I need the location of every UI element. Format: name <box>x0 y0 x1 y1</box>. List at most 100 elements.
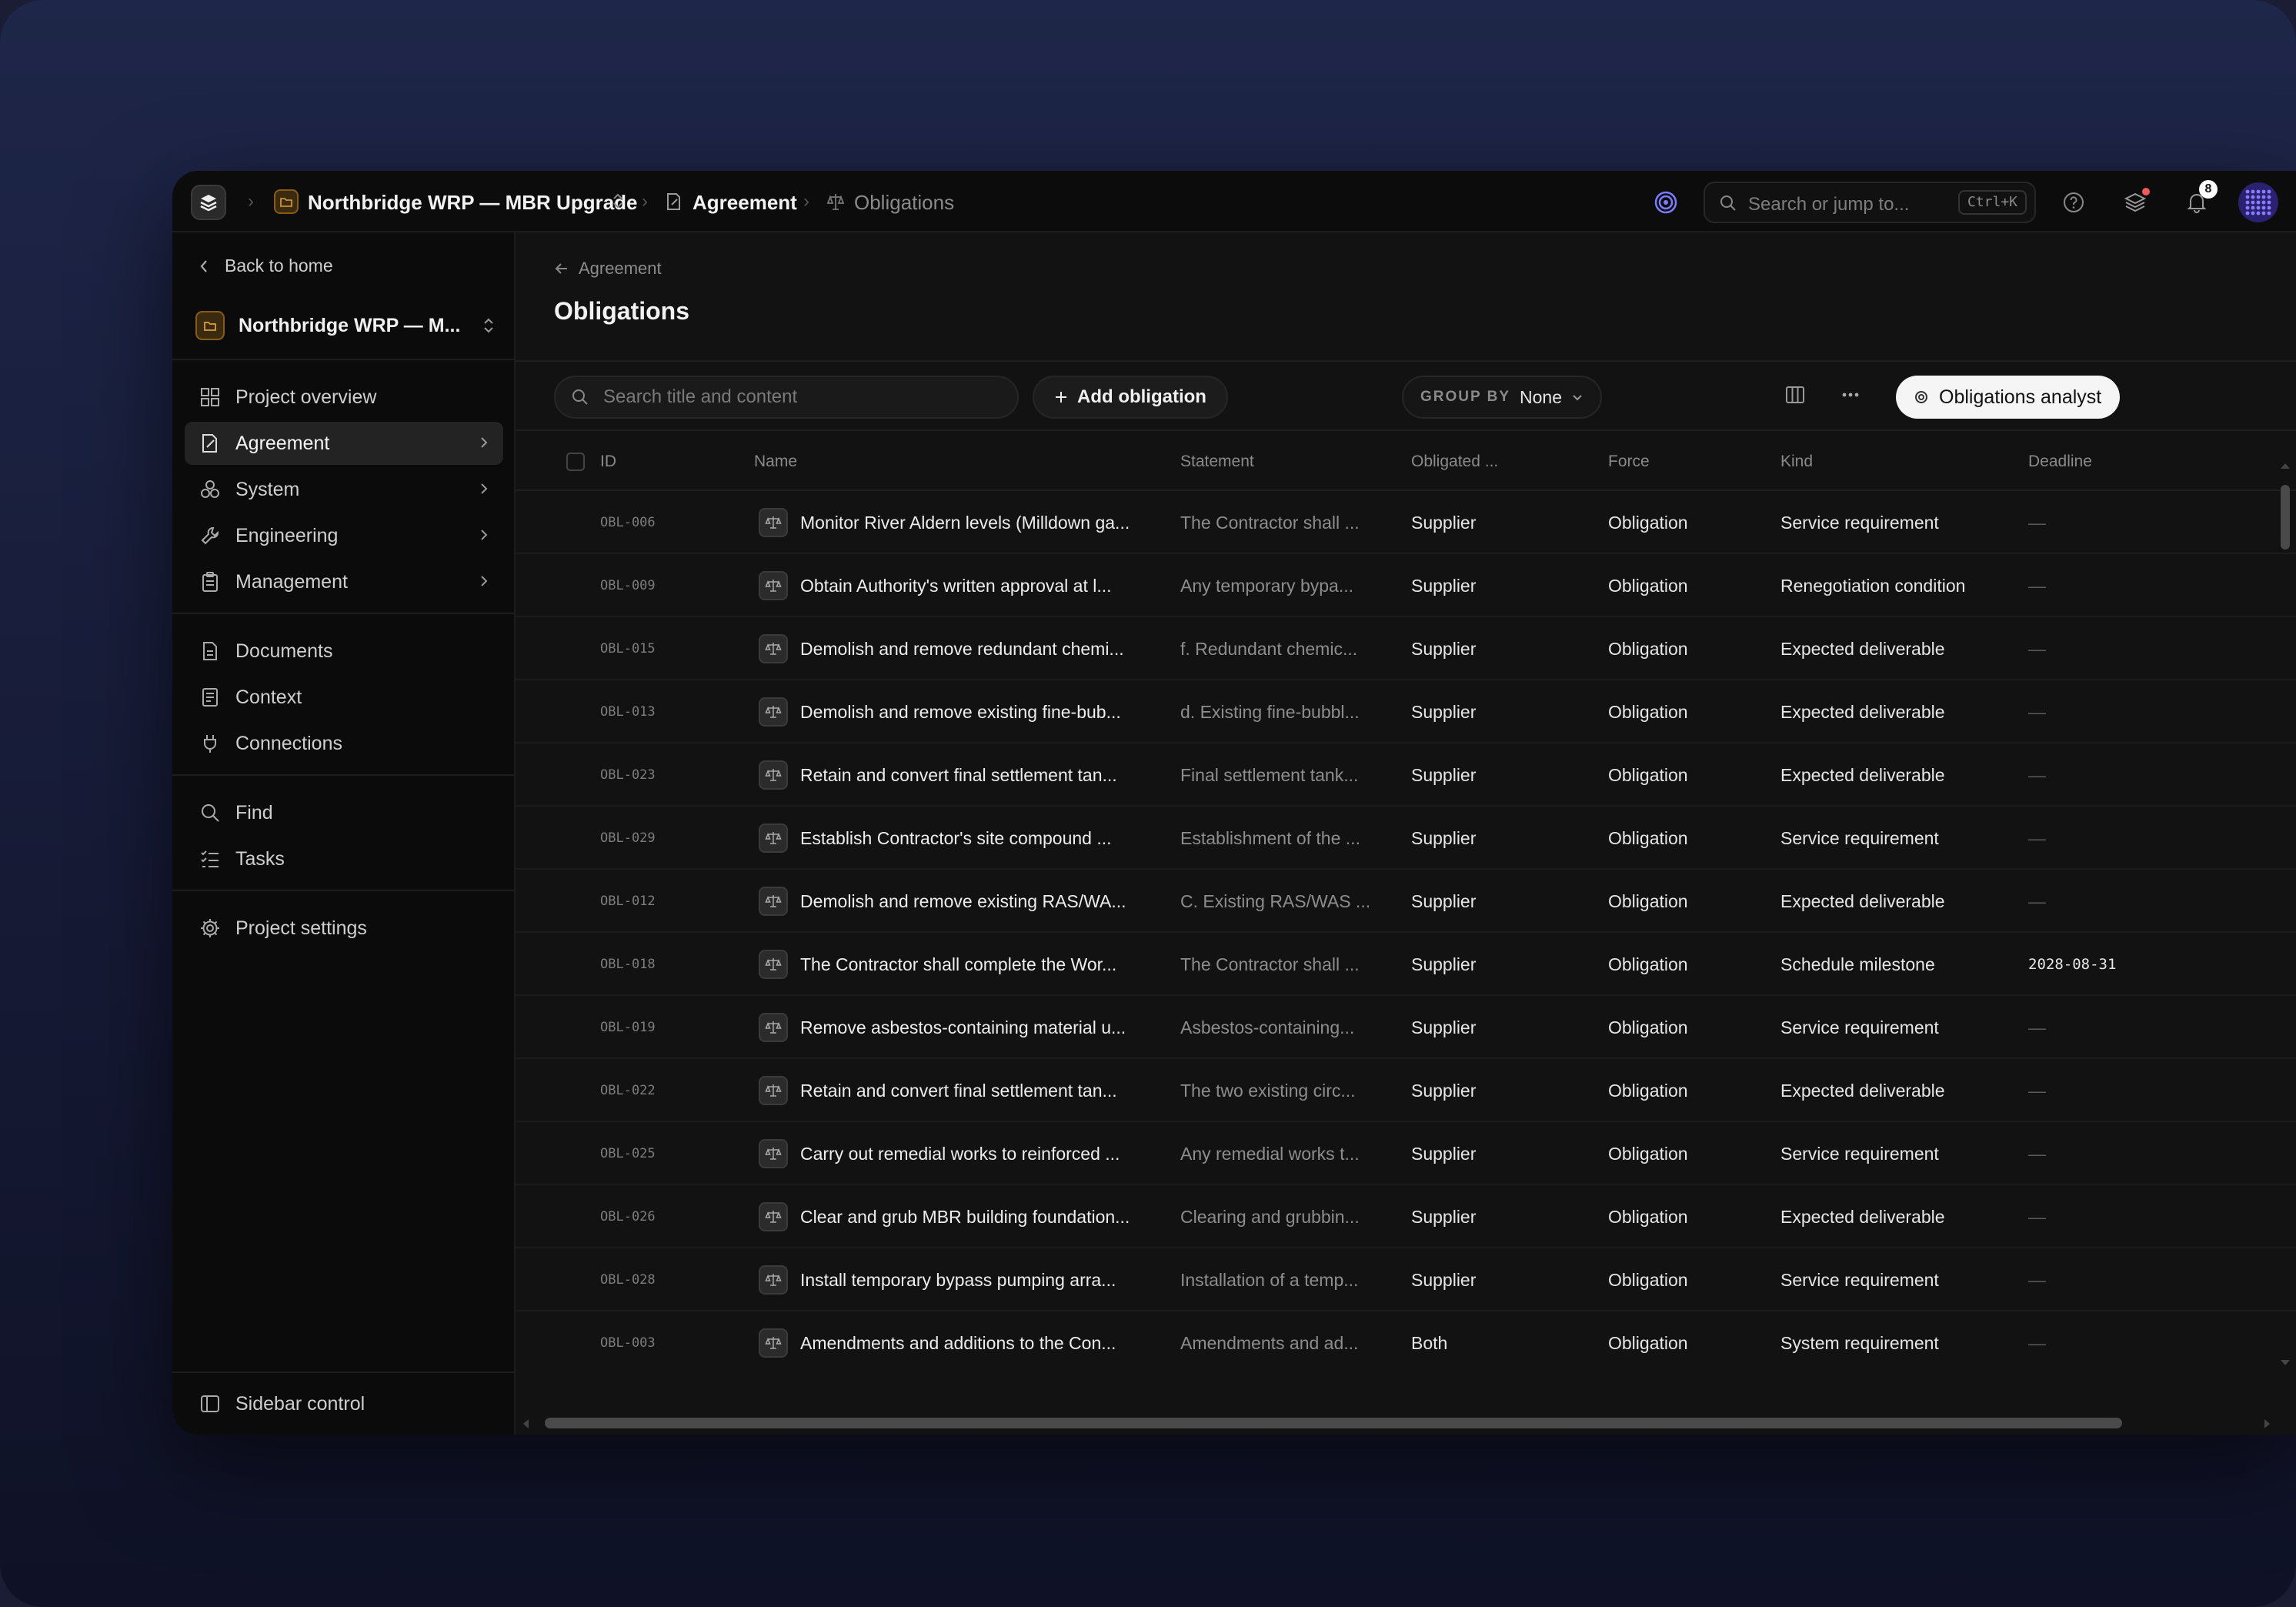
breadcrumb-agreement[interactable]: Agreement <box>692 191 797 215</box>
obligation-id: OBL-026 <box>600 1209 656 1224</box>
obligated-party: Supplier <box>1411 1144 1477 1164</box>
table-row[interactable]: OBL-019 Remove asbestos-containing materi… <box>516 996 2296 1059</box>
scroll-up-icon[interactable] <box>2279 460 2291 471</box>
back-to-home-link[interactable]: Back to home <box>199 256 333 276</box>
obligation-force: Obligation <box>1608 1333 1688 1353</box>
obligation-name[interactable]: Amendments and additions to the Con... <box>800 1311 1146 1371</box>
project-switcher[interactable]: Northbridge WRP — M... <box>195 306 496 345</box>
table-row[interactable]: OBL-023 Retain and convert final settleme… <box>516 743 2296 807</box>
obligation-name[interactable]: Install temporary bypass pumping arra... <box>800 1248 1146 1311</box>
obligation-force: Obligation <box>1608 1017 1688 1037</box>
more-options-icon[interactable] <box>1839 383 1862 406</box>
sidebar-control-button[interactable]: Sidebar control <box>185 1382 503 1425</box>
chevron-updown-icon <box>484 318 493 333</box>
table-row[interactable]: OBL-029 Establish Contractor's site compo… <box>516 807 2296 870</box>
scales-icon <box>759 824 788 853</box>
help-icon[interactable] <box>2056 185 2091 220</box>
obligation-name[interactable]: Demolish and remove existing RAS/WA... <box>800 870 1146 933</box>
obligation-name[interactable]: Establish Contractor's site compound ... <box>800 807 1146 870</box>
table-row[interactable]: OBL-018 The Contractor shall complete the… <box>516 933 2296 996</box>
add-obligation-button[interactable]: Add obligation <box>1033 376 1228 419</box>
obligated-party: Supplier <box>1411 828 1477 848</box>
layers-icon[interactable] <box>2117 185 2153 220</box>
nav-project-overview[interactable]: Project overview <box>185 376 503 419</box>
table-row[interactable]: OBL-006 Monitor River Aldern levels (Mill… <box>516 491 2296 554</box>
table-row[interactable]: OBL-028 Install temporary bypass pumping … <box>516 1248 2296 1311</box>
obligation-name[interactable]: Retain and convert final settlement tan.… <box>800 1059 1146 1122</box>
obligation-deadline: — <box>2028 891 2046 911</box>
column-header-name[interactable]: Name <box>754 453 797 471</box>
obligation-kind: Expected deliverable <box>1780 702 1945 722</box>
obligation-id: OBL-018 <box>600 957 656 972</box>
obligation-id: OBL-023 <box>600 767 656 783</box>
obligation-name[interactable]: Demolish and remove existing fine-bub... <box>800 680 1146 743</box>
table-row[interactable]: OBL-009 Obtain Authority's written approv… <box>516 554 2296 617</box>
obligation-name[interactable]: Carry out remedial works to reinforced .… <box>800 1122 1146 1185</box>
table-row[interactable]: OBL-013 Demolish and remove existing fine… <box>516 680 2296 743</box>
breadcrumb-obligations[interactable]: Obligations <box>854 191 954 215</box>
select-all-checkbox[interactable] <box>566 453 585 471</box>
vertical-scroll-thumb[interactable] <box>2281 485 2290 550</box>
obligation-name[interactable]: Obtain Authority's written approval at l… <box>800 554 1146 617</box>
obligation-deadline: — <box>2028 576 2046 596</box>
obligation-name[interactable]: Remove asbestos-containing material u... <box>800 996 1146 1059</box>
column-header-statement[interactable]: Statement <box>1180 453 1254 471</box>
nav-agreement[interactable]: Agreement <box>185 422 503 465</box>
nav-system[interactable]: System <box>185 468 503 511</box>
nav-management[interactable]: Management <box>185 560 503 603</box>
obligation-deadline: — <box>2028 1081 2046 1101</box>
nav-context[interactable]: Context <box>185 676 503 719</box>
horizontal-scroll-thumb[interactable] <box>545 1418 2122 1428</box>
obligation-name[interactable]: The Contractor shall complete the Wor... <box>800 933 1146 996</box>
column-header-deadline[interactable]: Deadline <box>2028 453 2092 471</box>
column-header-id[interactable]: ID <box>600 453 616 471</box>
nav-engineering[interactable]: Engineering <box>185 514 503 557</box>
obligation-statement: C. Existing RAS/WAS ... <box>1180 891 1371 911</box>
clipboard-icon <box>199 570 222 593</box>
column-header-obligated[interactable]: Obligated ... <box>1411 453 1498 471</box>
scroll-right-icon[interactable] <box>2262 1418 2273 1430</box>
target-icon[interactable] <box>1648 185 1684 220</box>
horizontal-scrollbar[interactable] <box>516 1412 2296 1435</box>
avatar[interactable] <box>2238 182 2279 223</box>
main-content: Agreement Obligations Add obligation GRO… <box>516 232 2296 1435</box>
nav-tasks[interactable]: Tasks <box>185 837 503 880</box>
obligation-name[interactable]: Clear and grub MBR building foundation..… <box>800 1185 1146 1248</box>
obligation-statement: f. Redundant chemic... <box>1180 639 1358 659</box>
scales-icon <box>759 1265 788 1295</box>
nav-project-settings[interactable]: Project settings <box>185 907 503 950</box>
nav-label: Find <box>235 801 273 824</box>
obligation-name[interactable]: Demolish and remove redundant chemi... <box>800 617 1146 680</box>
back-breadcrumb[interactable]: Agreement <box>554 259 662 279</box>
bell-icon[interactable]: 8 <box>2179 180 2218 220</box>
breadcrumb-project[interactable]: Northbridge WRP — MBR Upgrade <box>308 191 638 215</box>
table-row[interactable]: OBL-025 Carry out remedial works to reinf… <box>516 1122 2296 1185</box>
boxes-icon <box>199 478 222 501</box>
obligation-force: Obligation <box>1608 891 1688 911</box>
search-field <box>554 376 1019 419</box>
obligations-analyst-button[interactable]: Obligations analyst <box>1896 376 2121 419</box>
search-input[interactable] <box>603 377 1003 417</box>
vertical-scrollbar[interactable] <box>2279 460 2291 1368</box>
obligation-name[interactable]: Monitor River Aldern levels (Milldown ga… <box>800 491 1146 554</box>
obligation-deadline: — <box>2028 1207 2046 1227</box>
table-row[interactable]: OBL-015 Demolish and remove redundant che… <box>516 617 2296 680</box>
app-logo-icon[interactable] <box>191 185 226 220</box>
scroll-left-icon[interactable] <box>520 1418 531 1430</box>
nav-connections[interactable]: Connections <box>185 722 503 765</box>
column-header-force[interactable]: Force <box>1608 453 1650 471</box>
scroll-down-icon[interactable] <box>2279 1358 2291 1368</box>
table-row[interactable]: OBL-003 Amendments and additions to the C… <box>516 1311 2296 1371</box>
columns-icon[interactable] <box>1784 383 1807 406</box>
group-by-select[interactable]: GROUP BY None <box>1402 376 1602 419</box>
nav-find[interactable]: Find <box>185 791 503 834</box>
column-header-kind[interactable]: Kind <box>1780 453 1813 471</box>
nav-documents[interactable]: Documents <box>185 630 503 673</box>
table-row[interactable]: OBL-012 Demolish and remove existing RAS/… <box>516 870 2296 933</box>
table-row[interactable]: OBL-022 Retain and convert final settleme… <box>516 1059 2296 1122</box>
obligation-name[interactable]: Retain and convert final settlement tan.… <box>800 743 1146 807</box>
obligations-analyst-label: Obligations analyst <box>1939 386 2102 408</box>
search-jump-field[interactable]: Search or jump to... Ctrl+K <box>1704 182 2036 223</box>
chevron-updown-icon[interactable] <box>611 191 625 211</box>
table-row[interactable]: OBL-026 Clear and grub MBR building found… <box>516 1185 2296 1248</box>
